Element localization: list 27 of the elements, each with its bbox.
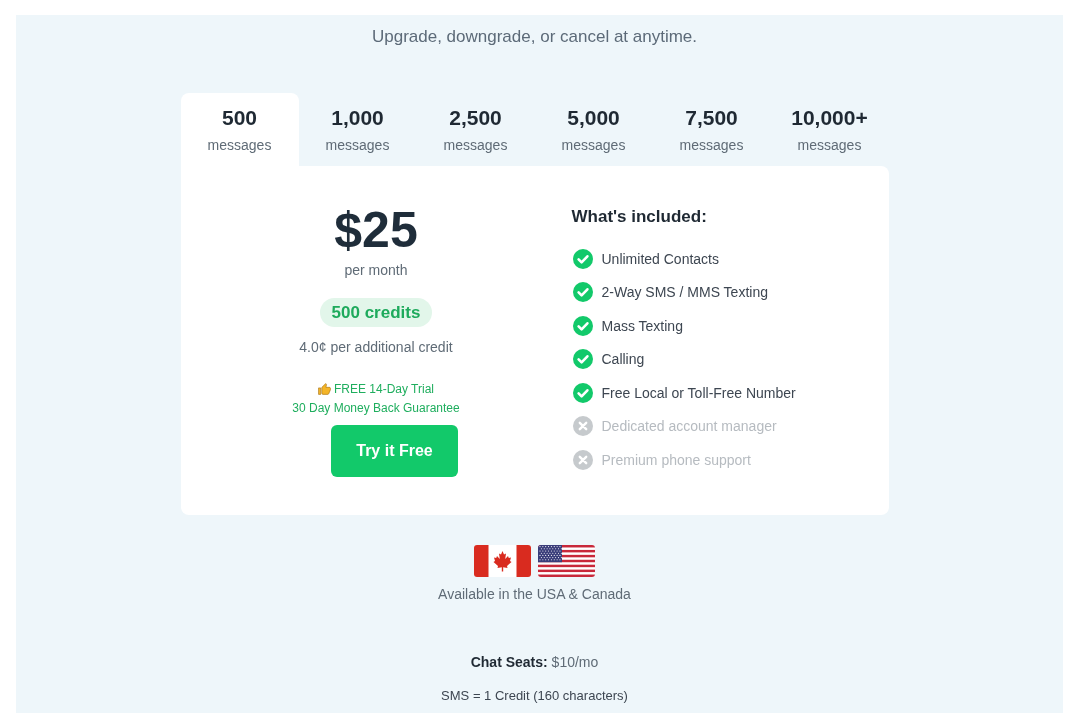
feature-text: Free Local or Toll-Free Number (601, 383, 796, 403)
canada-flag-icon (474, 545, 531, 577)
guarantee-text: 30 Day Money Back Guarantee (292, 400, 460, 417)
message-tier-tab[interactable]: 1,000 messages (298, 93, 417, 166)
chat-seats-text: Chat Seats: $10/mo (470, 653, 599, 672)
message-tier-tab[interactable]: 500 messages (180, 93, 299, 166)
thumbs-up-icon (318, 383, 331, 396)
availability-text: Available in the USA & Canada (438, 585, 631, 604)
message-tier-tab[interactable]: 5,000 messages (534, 93, 653, 166)
feature-text: Mass Texting (601, 316, 683, 336)
additional-credit-price: 4.0¢ per additional credit (299, 338, 453, 357)
usa-flag-icon (538, 545, 595, 577)
message-tier-tab[interactable]: 7,500 messages (652, 93, 771, 166)
feature-text: Calling (601, 350, 645, 370)
price: $25 (334, 202, 418, 258)
price-period: per month (344, 261, 408, 280)
sms-credit-note: SMS = 1 Credit (160 characters) (441, 687, 628, 705)
free-trial-text: FREE 14-Day Trial (334, 381, 434, 398)
feature-text: 2-Way SMS / MMS Texting (601, 283, 768, 303)
credits-badge: 500 credits (319, 298, 433, 327)
message-tier-tab[interactable]: 10,000+ messages (770, 93, 889, 166)
message-tier-tab[interactable]: 2,500 messages (416, 93, 535, 166)
feature-text: Unlimited Contacts (601, 249, 719, 269)
subtitle: Upgrade, downgrade, or cancel at anytime. (371, 26, 698, 48)
feature-text: Dedicated account manager (601, 417, 777, 437)
included-heading: What's included: (571, 206, 708, 228)
feature-text: Premium phone support (601, 450, 751, 470)
